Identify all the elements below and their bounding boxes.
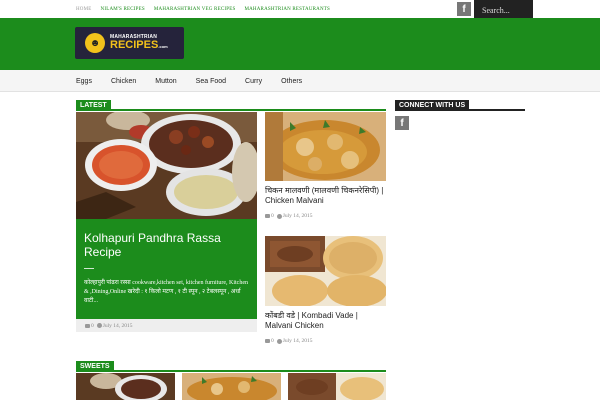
nav-item-chicken[interactable]: Chicken [111,78,136,85]
sweets-heading: Sweets [76,361,114,372]
search-box [474,0,533,20]
post-date-2: July 14, 2015 [282,338,313,344]
featured-excerpt: कोल्हापुरी पांढरा रस्सा cookware,kitchen… [84,279,249,305]
main-nav: Eggs Chicken Mutton Sea Food Curry Other… [0,70,600,92]
logo-suffix: .com [158,44,168,49]
nav-item-sea-food[interactable]: Sea Food [196,78,226,85]
site-header: ☻ MAHARASHTRIAN RECIPES.com [0,18,600,70]
featured-comments[interactable]: 0 [91,323,94,329]
post-comments-2[interactable]: 0 [271,338,274,344]
sweets-thumbnail-3[interactable] [288,373,386,400]
sweets-section-label: Sweets [76,361,386,372]
featured-date: July 14, 2015 [102,322,133,329]
latest-section-label: Latest [76,100,386,111]
top-nav-home[interactable]: Home [76,7,92,12]
sweets-thumbnail-2[interactable] [182,373,281,400]
top-nav-veg-recipes[interactable]: Maharashtrian Veg Recipes [154,7,236,12]
top-nav: Home Nilam's Recipes Maharashtrian Veg R… [76,0,339,18]
comment-icon [265,214,270,218]
facebook-icon[interactable]: f [457,2,471,16]
comment-icon [265,339,270,343]
clock-icon [96,323,102,328]
post-comments-1[interactable]: 0 [271,213,274,219]
facebook-icon-sidebar[interactable]: f [395,116,409,130]
connect-section-label: Connect With Us [395,100,525,111]
nav-item-mutton[interactable]: Mutton [155,78,176,85]
site-logo[interactable]: ☻ MAHARASHTRIAN RECIPES.com [75,27,184,59]
featured-meta: 0 July 14, 2015 [76,319,257,332]
chef-icon: ☻ [85,33,105,53]
featured-title[interactable]: Kolhapuri Pandhra Rassa Recipe [84,231,249,260]
featured-divider [84,267,94,269]
post-title-1[interactable]: चिकन मालवणी (मालवणी चिकनरेसिपी) | Chicke… [265,186,387,206]
top-nav-nilams-recipes[interactable]: Nilam's Recipes [101,7,145,12]
post-thumbnail-1[interactable] [265,112,386,181]
comment-icon [85,323,90,328]
clock-icon [276,213,282,219]
search-input[interactable] [474,1,533,20]
nav-item-others[interactable]: Others [281,78,302,85]
clock-icon [276,338,282,344]
nav-item-curry[interactable]: Curry [245,78,262,85]
featured-post: Kolhapuri Pandhra Rassa Recipe कोल्हापुर… [76,219,257,319]
logo-line2: RECIPES [110,39,159,51]
post-title-2[interactable]: कोंबडी वडे | Kombadi Vade | Malvani Chic… [265,311,387,331]
nav-item-eggs[interactable]: Eggs [76,78,92,85]
post-meta-1: 0 July 14, 2015 [265,213,313,219]
post-thumbnail-2[interactable] [265,236,386,306]
sweets-thumbnail-1[interactable] [76,373,175,400]
top-bar: Home Nilam's Recipes Maharashtrian Veg R… [0,0,600,20]
post-date-1: July 14, 2015 [282,213,313,219]
latest-heading: Latest [76,100,111,111]
top-nav-restaurants[interactable]: Maharashtrian Restaurants [244,7,330,12]
connect-heading: Connect With Us [395,100,470,111]
post-meta-2: 0 July 14, 2015 [265,338,313,344]
featured-image[interactable] [76,112,257,219]
